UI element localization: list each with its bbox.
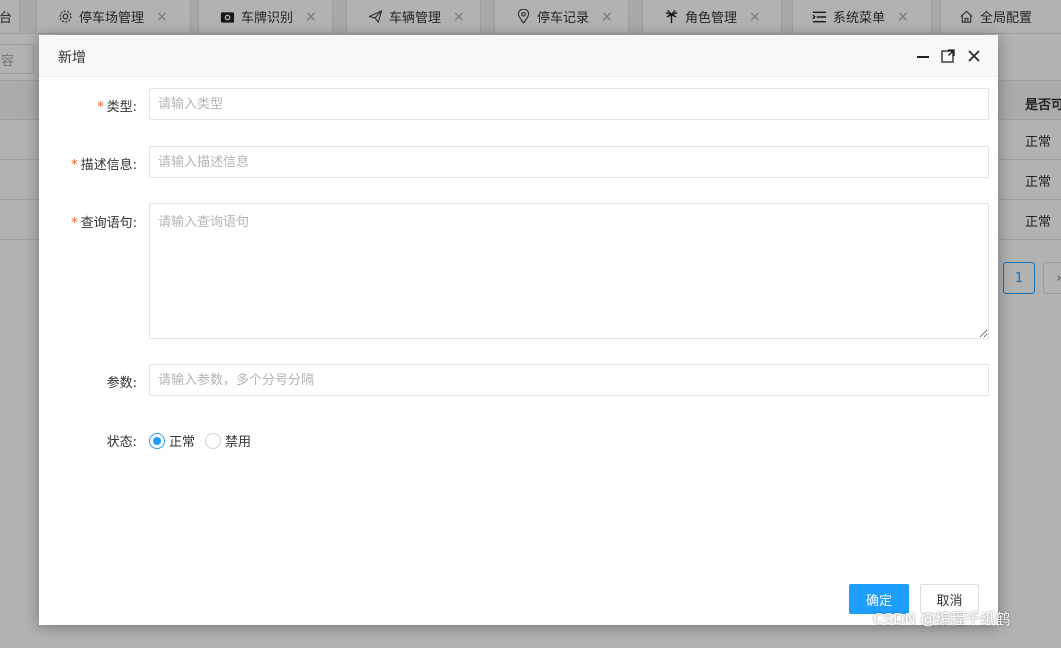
- status-radio-disabled[interactable]: 禁用: [205, 431, 251, 450]
- description-label: * 描述信息:: [71, 158, 137, 173]
- query-label: * 查询语句:: [71, 216, 137, 231]
- status-label: 状态:: [106, 435, 137, 450]
- minimize-icon[interactable]: [914, 47, 932, 65]
- dialog-header[interactable]: 新增: [39, 35, 998, 77]
- required-asterisk: *: [71, 216, 78, 231]
- dialog-title: 新增: [58, 50, 86, 66]
- radio-label: 禁用: [225, 435, 252, 450]
- status-radio-normal[interactable]: 正常: [149, 431, 195, 450]
- close-icon[interactable]: [965, 47, 983, 65]
- query-textarea[interactable]: [149, 203, 989, 339]
- description-input[interactable]: [149, 146, 989, 178]
- watermark: CSDN @编程千纸鹤: [873, 610, 1011, 628]
- add-dialog: 新增 *类型: *描述信息:: [39, 35, 998, 625]
- radio-checked-icon: [149, 432, 165, 449]
- required-asterisk: *: [71, 158, 78, 173]
- params-label: 参数:: [106, 376, 137, 391]
- type-input[interactable]: [149, 88, 989, 120]
- radio-unchecked-icon: [205, 432, 221, 449]
- maximize-icon[interactable]: [939, 47, 957, 65]
- radio-label: 正常: [169, 435, 196, 450]
- required-asterisk: *: [97, 100, 104, 115]
- params-input[interactable]: [149, 364, 989, 396]
- type-label: * 类型:: [97, 100, 137, 115]
